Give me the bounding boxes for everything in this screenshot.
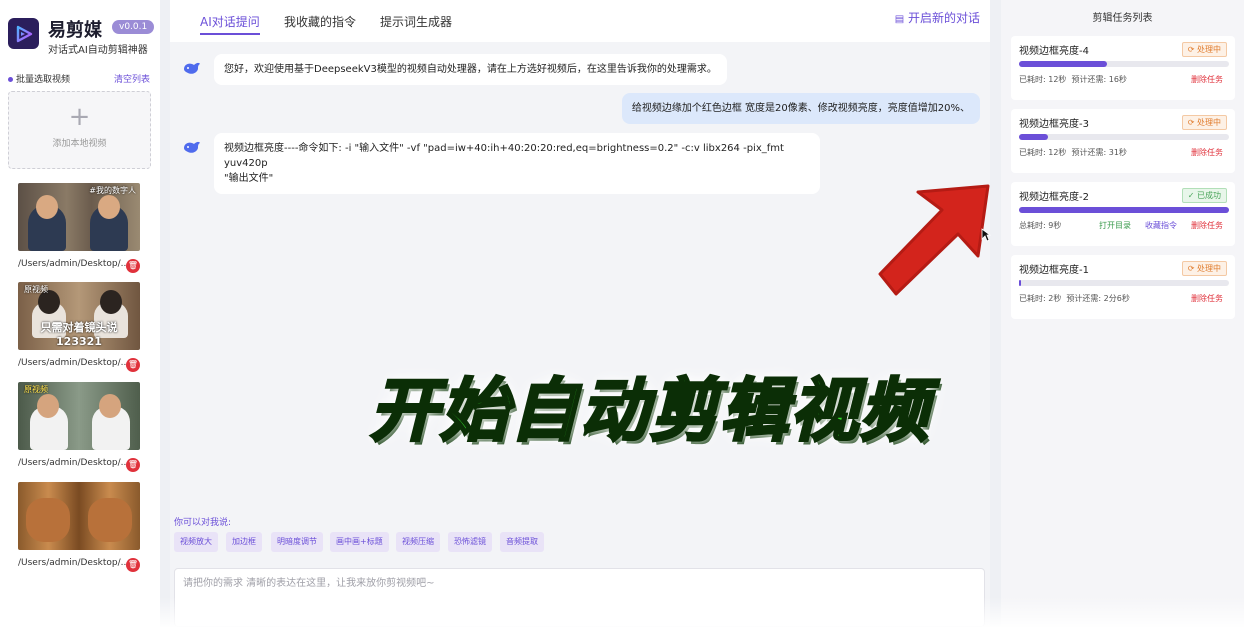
suggest-chip[interactable]: 明暗度调节	[271, 532, 323, 552]
trash-icon: 🗑	[127, 560, 139, 569]
delete-task-button[interactable]: 删除任务	[1191, 74, 1223, 85]
status-badge: ⟳ 处理中	[1181, 42, 1227, 57]
add-local-video-label: 添加本地视频	[52, 139, 107, 149]
trash-icon: 🗑	[127, 460, 139, 469]
suggest-chip[interactable]: 视频放大	[174, 532, 218, 552]
spinner-icon: ⟳	[1187, 45, 1195, 54]
tab-bar: AI对话提问 我收藏的指令 提示词生成器 ▤ 开启新的对话	[170, 0, 990, 42]
task-name: 视频边框亮度-4	[1019, 46, 1089, 57]
task-meta: 已耗时: 12秒 预计还需: 31秒	[1019, 148, 1127, 157]
delete-video-button[interactable]: 🗑	[126, 259, 140, 273]
open-directory-button[interactable]: 打开目录	[1099, 220, 1131, 231]
suggest-label: 你可以对我说:	[174, 518, 232, 528]
task-card: 视频边框亮度-2 ✓ 已成功 总耗时: 9秒 打开目录 收藏指令 删除任务	[1011, 182, 1235, 246]
new-chat-label: 开启新的对话	[907, 11, 980, 25]
chat-icon: ▤	[894, 14, 905, 25]
overlay-title: 开始自动剪辑视频	[368, 371, 931, 453]
thumb-tag: 原视频	[24, 385, 48, 394]
task-panel-title: 剪辑任务列表	[1092, 13, 1153, 24]
chat-message-bot: 您好，欢迎使用基于DeepseekV3模型的视频自动处理器，请在上方选好视频后，…	[214, 54, 727, 85]
spinner-icon: ⟳	[1187, 264, 1195, 273]
command-line-1: 视频边框亮度----命令如下: -i "输入文件" -vf "pad=iw+40…	[224, 143, 784, 169]
video-item[interactable]: /Users/admin/Desktop/... 🗑	[18, 482, 148, 572]
bottom-fade	[0, 597, 1244, 627]
app-tagline: 对话式AI自动剪辑神器	[48, 45, 148, 56]
command-line-2: "输出文件"	[224, 173, 274, 184]
play-logo-icon	[16, 25, 32, 42]
app-logo	[8, 18, 39, 49]
task-name: 视频边框亮度-3	[1019, 119, 1089, 130]
progress-fill	[1019, 207, 1229, 213]
status-badge: ⟳ 处理中	[1181, 261, 1227, 276]
thumb-caption: 只需对着镜头说123321	[40, 321, 118, 348]
progress-fill	[1019, 134, 1049, 140]
thumb-tag: 原视频	[24, 285, 48, 294]
suggest-chip[interactable]: 视频压缩	[396, 532, 440, 552]
suggest-chip[interactable]: 画中画+标题	[330, 532, 389, 552]
progress-fill	[1019, 280, 1022, 286]
delete-task-button[interactable]: 删除任务	[1191, 147, 1223, 158]
chat-message-user: 给视频边缘加个红色边框 宽度是20像素、修改视频亮度，亮度值增加20%、	[621, 93, 980, 124]
left-sidebar: 易剪媒 v0.0.1 对话式AI自动剪辑神器 批量选取视频 清空列表 + 添加本…	[0, 0, 160, 627]
progress-bar	[1019, 134, 1229, 140]
tab-prompt-generator[interactable]: 提示词生成器	[380, 13, 452, 30]
clear-list-button[interactable]: 清空列表	[114, 72, 150, 85]
tab-favorites[interactable]: 我收藏的指令	[284, 13, 356, 30]
whale-bot-icon	[184, 141, 200, 153]
trash-icon: 🗑	[127, 261, 139, 270]
progress-bar	[1019, 207, 1229, 213]
status-badge: ✓ 已成功	[1181, 188, 1227, 203]
chat-message-bot: 视频边框亮度----命令如下: -i "输入文件" -vf "pad=iw+40…	[214, 133, 820, 194]
task-card: 视频边框亮度-4 ⟳ 处理中 已耗时: 12秒 预计还需: 16秒 删除任务	[1011, 36, 1235, 100]
task-meta: 已耗时: 2秒 预计还需: 2分6秒	[1019, 294, 1130, 303]
red-arrow-icon	[878, 184, 990, 296]
task-card: 视频边框亮度-3 ⟳ 处理中 已耗时: 12秒 预计还需: 31秒 删除任务	[1011, 109, 1235, 173]
status-badge: ⟳ 处理中	[1181, 115, 1227, 130]
progress-bar	[1019, 61, 1229, 67]
task-name: 视频边框亮度-2	[1019, 192, 1089, 203]
video-item[interactable]: 原视频 /Users/admin/Desktop/... 🗑	[18, 382, 148, 472]
thumb-tag: #我的数字人	[89, 186, 136, 195]
add-local-video-button[interactable]: + 添加本地视频	[8, 91, 151, 169]
video-item[interactable]: 原视频 只需对着镜头说123321 /Users/admin/Desktop/.…	[18, 282, 148, 372]
task-meta: 已耗时: 12秒 预计还需: 16秒	[1019, 75, 1127, 84]
video-thumbnail	[18, 482, 140, 550]
delete-task-button[interactable]: 删除任务	[1191, 220, 1223, 231]
trash-icon: 🗑	[127, 360, 139, 369]
suggest-chip[interactable]: 加边框	[226, 532, 262, 552]
task-panel: 剪辑任务列表 视频边框亮度-4 ⟳ 处理中 已耗时: 12秒 预计还需: 16秒…	[1001, 0, 1244, 627]
delete-task-button[interactable]: 删除任务	[1191, 293, 1223, 304]
delete-video-button[interactable]: 🗑	[126, 358, 140, 372]
delete-video-button[interactable]: 🗑	[126, 458, 140, 472]
spinner-icon: ⟳	[1187, 118, 1195, 127]
suggest-chip[interactable]: 音频提取	[500, 532, 544, 552]
task-card: 视频边框亮度-1 ⟳ 处理中 已耗时: 2秒 预计还需: 2分6秒 删除任务	[1011, 255, 1235, 319]
mouse-cursor-icon	[981, 228, 991, 242]
video-thumbnail: 原视频	[18, 382, 140, 450]
task-meta: 总耗时: 9秒	[1019, 221, 1062, 230]
task-name: 视频边框亮度-1	[1019, 265, 1089, 276]
video-thumbnail: #我的数字人	[18, 183, 140, 251]
new-chat-button[interactable]: ▤ 开启新的对话	[895, 9, 980, 26]
suggest-chip[interactable]: 恐怖滤镜	[448, 532, 492, 552]
video-thumbnail: 原视频 只需对着镜头说123321	[18, 282, 140, 350]
batch-select-button[interactable]: 批量选取视频	[8, 72, 70, 85]
main-area: AI对话提问 我收藏的指令 提示词生成器 ▤ 开启新的对话 您好，欢迎使用基于D…	[170, 0, 991, 627]
version-badge: v0.0.1	[112, 20, 155, 34]
plus-icon: +	[68, 102, 91, 132]
favorite-command-button[interactable]: 收藏指令	[1145, 220, 1177, 231]
check-icon: ✓	[1187, 191, 1195, 200]
delete-video-button[interactable]: 🗑	[126, 558, 140, 572]
video-item[interactable]: #我的数字人 /Users/admin/Desktop/... 🗑	[18, 183, 148, 273]
tab-ai-chat[interactable]: AI对话提问	[200, 13, 260, 35]
whale-bot-icon	[184, 62, 200, 74]
app-name: 易剪媒	[48, 20, 102, 41]
progress-bar	[1019, 280, 1229, 286]
progress-fill	[1019, 61, 1108, 67]
